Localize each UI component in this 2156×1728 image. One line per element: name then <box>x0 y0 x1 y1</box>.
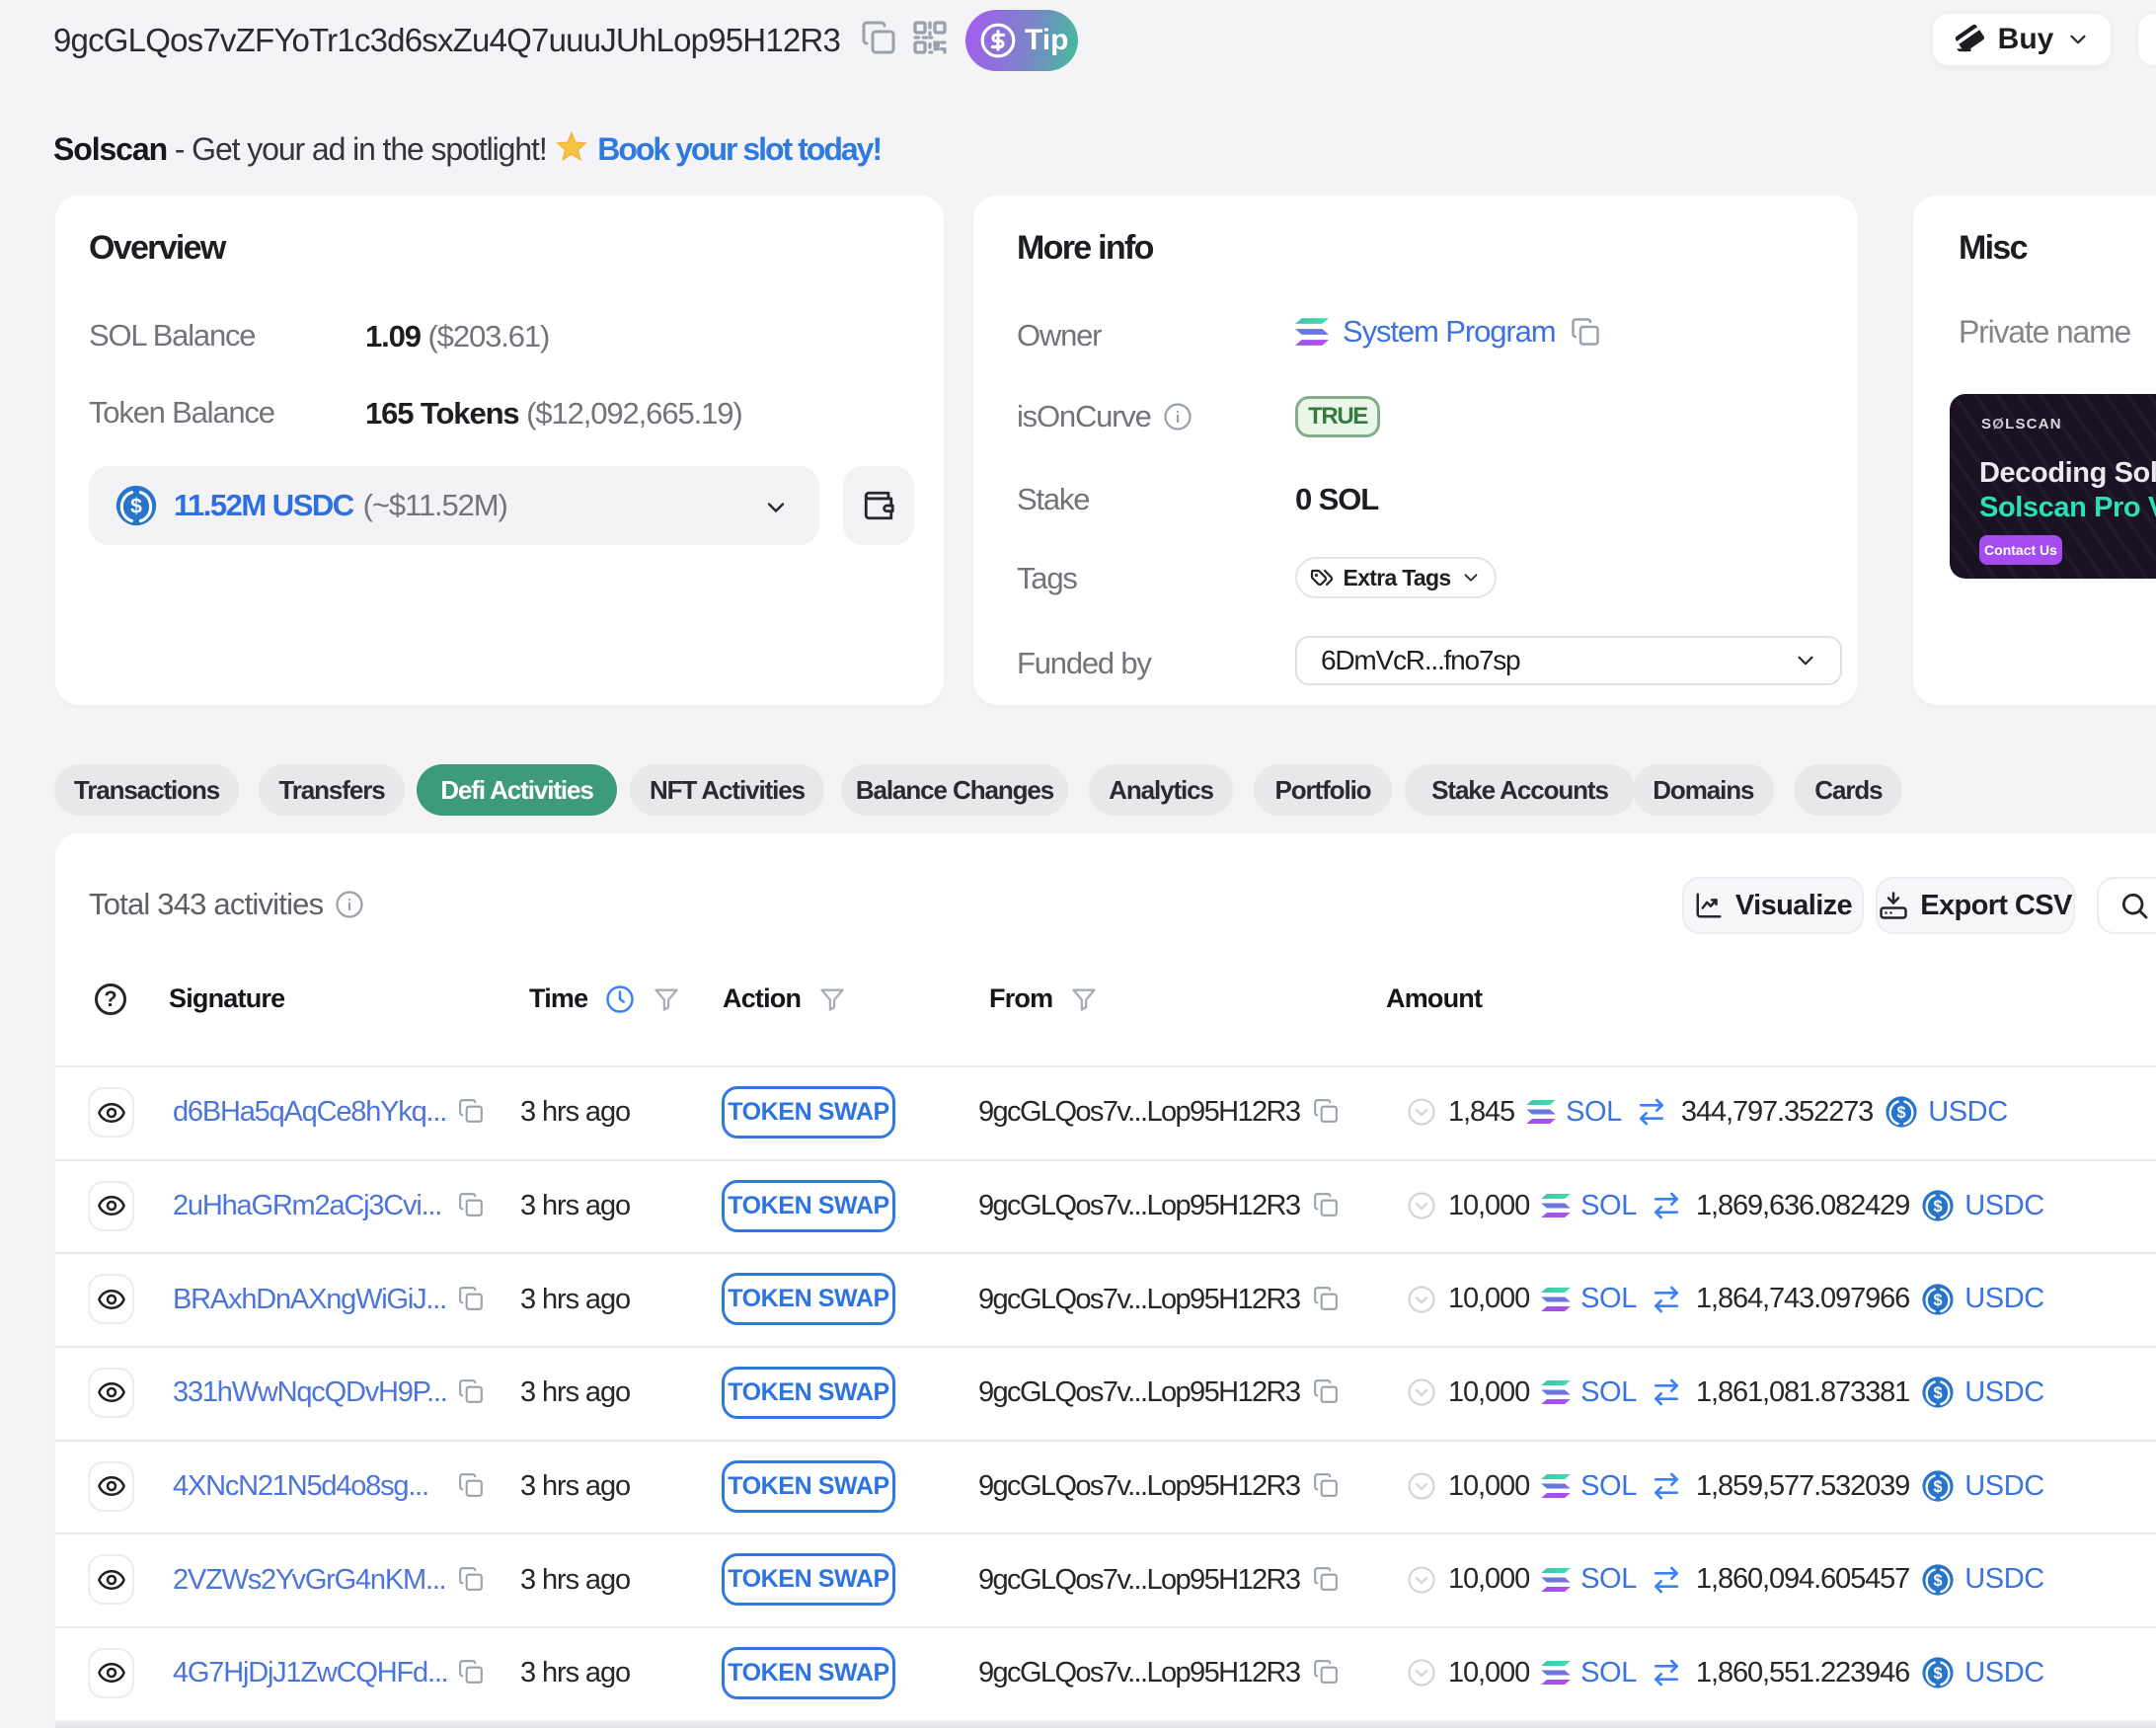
svg-text:$: $ <box>1897 1104 1906 1122</box>
svg-text:$: $ <box>130 496 142 518</box>
svg-text:$: $ <box>1934 1665 1943 1683</box>
svg-text:$: $ <box>1934 1572 1943 1590</box>
svg-text:$: $ <box>1934 1384 1943 1402</box>
svg-text:$: $ <box>1934 1478 1943 1496</box>
svg-text:$: $ <box>1934 1198 1943 1216</box>
svg-text:$: $ <box>1934 1292 1943 1309</box>
